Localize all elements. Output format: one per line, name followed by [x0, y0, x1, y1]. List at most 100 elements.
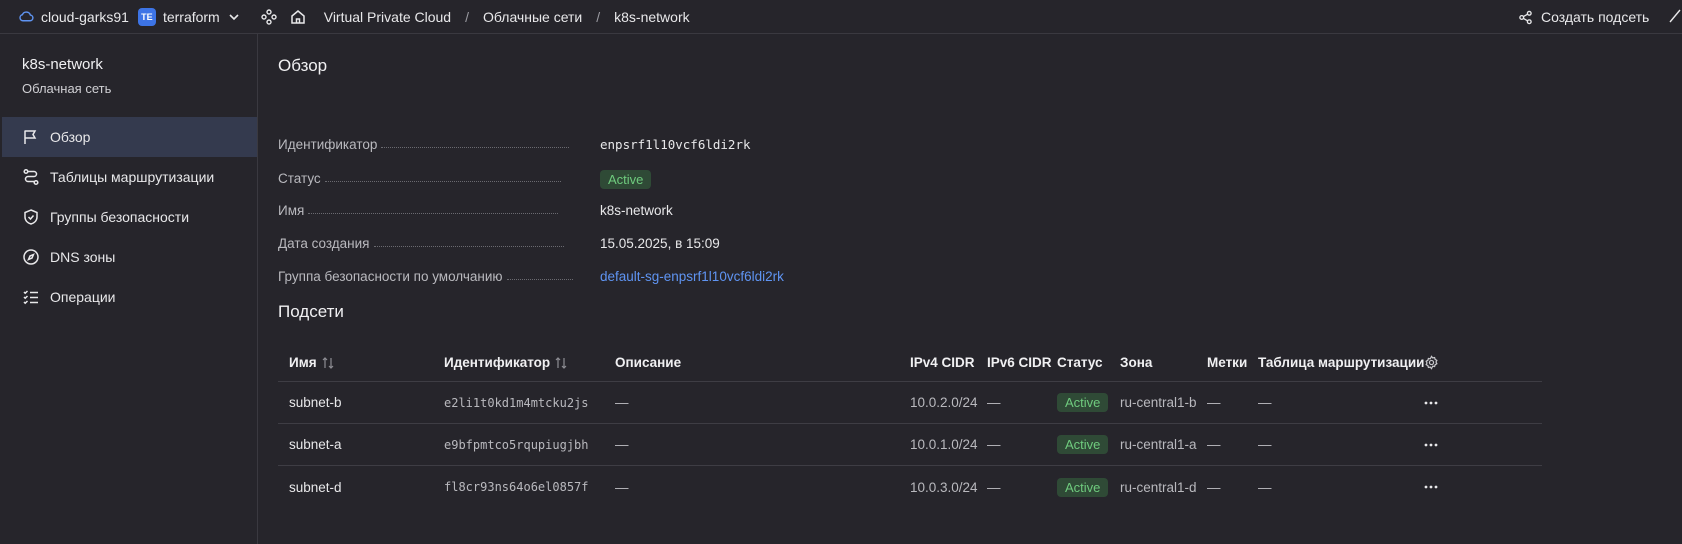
- overview-heading: Обзор: [278, 56, 328, 75]
- create-subnet-button[interactable]: Создать подсеть: [1518, 0, 1649, 34]
- row-actions-button[interactable]: [1423, 466, 1439, 508]
- breadcrumb-separator: /: [465, 8, 469, 25]
- sidebar-item-dns-zones[interactable]: DNS зоны: [2, 237, 257, 277]
- sidebar-item-label: Группы безопасности: [50, 209, 190, 225]
- dotted-leader: [324, 181, 561, 182]
- default-security-group-link[interactable]: default-sg-enpsrf1l10vcf6ldi2rk: [600, 269, 784, 284]
- compass-icon: [23, 249, 39, 265]
- status-badge: Active: [1057, 477, 1109, 497]
- column-header-ipv6: IPv6 CIDR: [987, 355, 1052, 370]
- column-header-id[interactable]: Идентификатор: [444, 344, 568, 381]
- more-horizontal-icon: [1424, 401, 1438, 404]
- network-id-value[interactable]: enpsrf1l10vcf6ldi2rk: [600, 137, 751, 152]
- subnet-id: e2li1t0kd1m4mtcku2js: [444, 395, 589, 410]
- subnet-labels: —: [1207, 479, 1221, 495]
- table-row[interactable]: subnet-d fl8cr93ns64o6el0857f — 10.0.3.0…: [278, 466, 1542, 508]
- table-settings-button[interactable]: [1424, 344, 1439, 381]
- status-badge: Active: [600, 170, 652, 189]
- table-row[interactable]: subnet-a e9bfpmtco5rqupiugjbh — 10.0.1.0…: [278, 424, 1542, 466]
- field-key: Группа безопасности по умолчанию: [278, 269, 503, 284]
- cloud-selector[interactable]: cloud-garks91: [18, 8, 129, 25]
- subnet-route-table: —: [1258, 479, 1272, 495]
- subnet-labels: —: [1207, 437, 1221, 452]
- subnet-description: —: [615, 395, 629, 410]
- sidebar-item-route-tables[interactable]: Таблицы маршрутизации: [2, 157, 257, 197]
- subnet-route-table: —: [1258, 437, 1272, 452]
- route-icon: [23, 168, 39, 186]
- gear-icon: [1425, 355, 1438, 370]
- subnet-description: —: [615, 479, 629, 495]
- sidebar-item-label: Обзор: [50, 129, 91, 145]
- create-subnet-label: Создать подсеть: [1541, 9, 1650, 25]
- subnet-labels: —: [1207, 395, 1221, 410]
- dotted-leader: [506, 279, 573, 280]
- field-status: Статус Active: [278, 166, 878, 189]
- breadcrumb-networks[interactable]: Облачные сети: [483, 9, 582, 25]
- row-actions-button[interactable]: [1423, 424, 1439, 465]
- row-actions-button[interactable]: [1423, 382, 1439, 423]
- created-date-value: 15.05.2025, в 15:09: [600, 236, 720, 251]
- field-key: Статус: [278, 171, 321, 186]
- sidebar-item-security-groups[interactable]: Группы безопасности: [2, 197, 257, 237]
- main-content: Обзор Идентификатор enpsrf1l10vcf6ldi2rk…: [259, 34, 1682, 544]
- folder-badge: TE: [137, 7, 156, 26]
- sidebar-title: k8s-network: [22, 56, 103, 73]
- subnet-ipv4: 10.0.1.0/24: [910, 437, 978, 452]
- subnet-name[interactable]: subnet-d: [289, 466, 342, 508]
- subnet-route-table: —: [1258, 395, 1272, 410]
- subnet-zone: ru-central1-b: [1120, 395, 1197, 410]
- breadcrumb-separator: /: [596, 8, 601, 25]
- column-header-zone: Зона: [1120, 355, 1153, 370]
- subnet-description: —: [615, 437, 629, 452]
- column-header-route-table: Таблица маршрутизации: [1258, 355, 1425, 370]
- services-icon[interactable]: [260, 8, 278, 26]
- folder-name: terraform: [162, 8, 220, 25]
- status-badge: Active: [1057, 393, 1109, 412]
- subnet-name[interactable]: subnet-a: [289, 424, 342, 465]
- subnet-ipv6: —: [987, 479, 1001, 495]
- share-nodes-icon: [1519, 10, 1532, 24]
- folder-selector[interactable]: terraform: [163, 9, 240, 25]
- breadcrumb-vpc[interactable]: Virtual Private Cloud: [324, 9, 451, 25]
- table-header: Имя Идентификатор Описание IPv4 CIDR IPv…: [278, 344, 1542, 382]
- field-key: Имя: [278, 203, 305, 218]
- more-icon[interactable]: [1668, 8, 1682, 24]
- field-key: Дата создания: [278, 236, 370, 251]
- cloud-icon: [19, 11, 34, 22]
- cloud-name: cloud-garks91: [41, 8, 129, 25]
- subnet-ipv4: 10.0.2.0/24: [910, 395, 978, 410]
- column-header-status: Статус: [1057, 355, 1103, 370]
- sidebar-item-overview[interactable]: Обзор: [2, 117, 257, 157]
- subnets-table: Имя Идентификатор Описание IPv4 CIDR IPv…: [278, 344, 1542, 508]
- sort-icon: [555, 356, 567, 369]
- sidebar-subtitle: Облачная сеть: [22, 81, 112, 96]
- subnet-ipv4: 10.0.3.0/24: [910, 479, 978, 495]
- shield-icon: [24, 209, 38, 225]
- subnet-ipv6: —: [987, 437, 1001, 452]
- subnet-name[interactable]: subnet-b: [289, 382, 342, 423]
- more-horizontal-icon: [1424, 443, 1438, 446]
- more-horizontal-icon: [1424, 485, 1438, 489]
- field-created: Дата создания 15.05.2025, в 15:09: [278, 231, 878, 251]
- field-key: Идентификатор: [278, 137, 378, 152]
- sidebar: k8s-network Облачная сеть Обзор Таблицы …: [0, 34, 258, 544]
- dotted-leader: [373, 246, 564, 247]
- dotted-leader: [381, 147, 570, 148]
- network-name-value: k8s-network: [600, 203, 673, 218]
- column-header-labels: Метки: [1207, 355, 1248, 370]
- column-header-ipv4: IPv4 CIDR: [910, 355, 975, 370]
- status-badge: Active: [1057, 435, 1109, 454]
- sidebar-item-operations[interactable]: Операции: [2, 277, 257, 317]
- table-row[interactable]: subnet-b e2li1t0kd1m4mtcku2js — 10.0.2.0…: [278, 382, 1542, 424]
- breadcrumb-current: k8s-network: [614, 8, 690, 25]
- column-label: Имя: [289, 355, 317, 370]
- dotted-leader: [308, 213, 559, 214]
- field-id: Идентификатор enpsrf1l10vcf6ldi2rk: [278, 132, 878, 152]
- sidebar-item-label: DNS зоны: [50, 249, 116, 265]
- subnet-ipv6: —: [987, 395, 1001, 410]
- column-header-name[interactable]: Имя: [289, 344, 335, 381]
- column-header-description: Описание: [615, 355, 682, 370]
- top-bar: cloud-garks91 TE terraform Virtual Priva…: [0, 0, 1682, 34]
- home-icon[interactable]: [289, 8, 307, 26]
- sidebar-item-label: Таблицы маршрутизации: [50, 169, 215, 185]
